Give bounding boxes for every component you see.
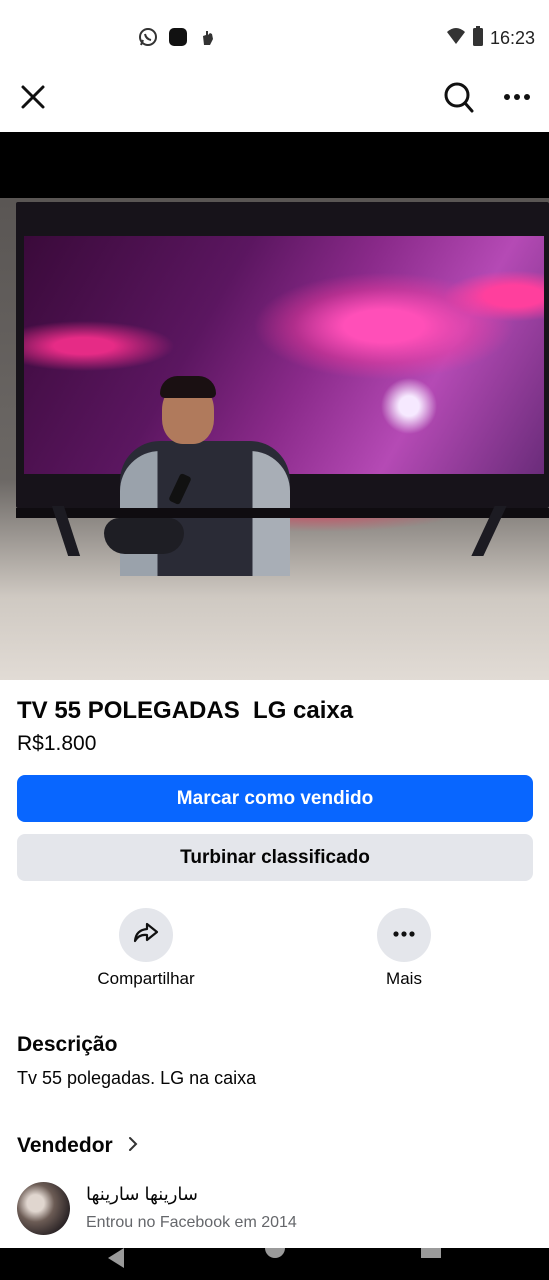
more-action[interactable]: Mais	[334, 908, 474, 989]
whatsapp-icon	[138, 27, 158, 47]
status-time: 16:23	[489, 28, 535, 48]
more-label: Mais	[386, 969, 422, 988]
chevron-right-icon	[127, 1134, 139, 1158]
seller-avatar[interactable]	[17, 1182, 70, 1235]
recents-icon[interactable]	[421, 1248, 441, 1258]
tv-bezel-bottom	[16, 508, 549, 518]
top-nav	[0, 70, 549, 132]
listing-photo[interactable]	[0, 132, 549, 680]
more-dots-icon	[391, 926, 417, 944]
singer-hair	[160, 376, 216, 398]
close-icon[interactable]	[18, 82, 48, 112]
more-icon[interactable]	[500, 82, 534, 112]
share-button[interactable]	[119, 908, 173, 962]
wifi-icon	[446, 27, 466, 50]
app-square-icon	[168, 27, 188, 47]
share-icon	[132, 919, 160, 952]
boost-listing-button[interactable]: Turbinar classificado	[17, 834, 533, 881]
more-button[interactable]	[377, 908, 431, 962]
battery-icon	[472, 26, 484, 51]
seller-joined: Entrou no Facebook em 2014	[86, 1214, 297, 1231]
search-icon[interactable]	[441, 80, 475, 114]
share-label: Compartilhar	[97, 969, 195, 988]
system-nav-bar	[0, 1248, 549, 1280]
back-icon[interactable]	[108, 1248, 124, 1268]
mark-as-sold-button[interactable]: Marcar como vendido	[17, 775, 533, 822]
gesture-hand-icon	[198, 27, 218, 47]
description-text: Tv 55 polegadas. LG na caixa	[17, 1068, 257, 1088]
game-controller	[104, 518, 184, 554]
share-action[interactable]: Compartilhar	[76, 908, 216, 989]
seller-heading[interactable]: Vendedor	[17, 1134, 139, 1158]
seller-name[interactable]: سارينها سارينها	[86, 1184, 198, 1205]
notification-icons	[138, 27, 218, 47]
description-heading: Descrição	[17, 1033, 118, 1056]
listing-price: R$1.800	[17, 732, 97, 755]
home-icon[interactable]	[265, 1248, 285, 1258]
system-icons: 16:23	[446, 26, 535, 51]
status-bar: 16:23	[0, 0, 549, 70]
seller-heading-label: Vendedor	[17, 1134, 113, 1157]
listing-title: TV 55 POLEGADAS LG caixa	[17, 697, 354, 724]
tv-screen	[24, 236, 544, 576]
